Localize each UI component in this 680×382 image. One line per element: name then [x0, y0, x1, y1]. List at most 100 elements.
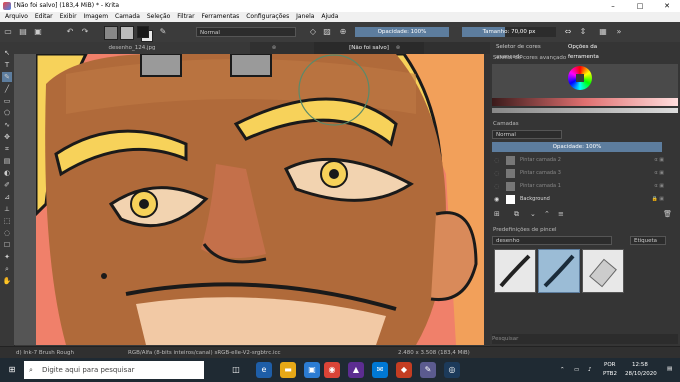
app-icon-2[interactable]: ◆: [396, 362, 412, 378]
freehand-select-icon[interactable]: ☐: [2, 240, 12, 250]
notifications-icon[interactable]: ▤: [667, 366, 672, 372]
layer-lock-icon[interactable]: 🔒 ▣: [651, 193, 664, 206]
redo-icon[interactable]: ↷: [80, 27, 90, 37]
gradient-swatch[interactable]: [104, 26, 118, 40]
menu-imagem[interactable]: Imagem: [83, 12, 108, 22]
select-shapes-icon[interactable]: ↖: [2, 48, 12, 58]
gradient-tool-icon[interactable]: ▤: [2, 156, 12, 166]
preset-ink-pen[interactable]: [494, 249, 536, 293]
layer-row[interactable]: ◉ Background 🔒 ▣: [490, 193, 670, 206]
layers-opacity-slider[interactable]: Opacidade: 100%: [492, 142, 662, 152]
move-down-icon[interactable]: ⌄: [530, 210, 536, 218]
preset-eraser[interactable]: [582, 249, 624, 293]
eye-icon[interactable]: ◌: [494, 180, 499, 193]
layers-blend-select[interactable]: Normal: [492, 130, 562, 139]
brush-size-slider[interactable]: Tamanho: 70,00 px: [462, 27, 556, 37]
network-icon[interactable]: ▭: [574, 367, 579, 373]
mirror-vertical-icon[interactable]: ⇕: [578, 27, 588, 37]
taskbar-search[interactable]: ⌕ Digite aqui para pesquisar: [24, 361, 204, 379]
menu-janela[interactable]: Janela: [296, 12, 314, 22]
fill-tool-icon[interactable]: ◐: [2, 168, 12, 178]
mail-icon[interactable]: ✉: [372, 362, 388, 378]
tab-nao-salvo[interactable]: [Não foi salvo]: [314, 42, 424, 54]
presets-filter-select[interactable]: desenho: [492, 236, 612, 245]
presets-search[interactable]: Pesquisar: [492, 334, 678, 344]
workspace-icon[interactable]: ▦: [598, 27, 608, 37]
menu-configuracoes[interactable]: Configurações: [246, 12, 289, 22]
freehand-brush-icon[interactable]: ✎: [2, 72, 12, 82]
task-view-icon[interactable]: ◫: [228, 362, 244, 378]
delete-layer-icon[interactable]: 🗑: [663, 210, 672, 218]
tab-color-selector[interactable]: Seletor de cores avançado: [496, 42, 566, 60]
text-tool-icon[interactable]: T: [2, 60, 12, 70]
measure-tool-icon[interactable]: ⟂: [2, 204, 12, 214]
presets-tag-button[interactable]: Etiqueta: [630, 236, 666, 245]
transform-tool-icon[interactable]: ✥: [2, 132, 12, 142]
foreground-color-swatch[interactable]: [137, 26, 149, 38]
menu-selecao[interactable]: Seleção: [147, 12, 171, 22]
clock-date[interactable]: 28/10/2020: [625, 371, 657, 377]
saturation-slider[interactable]: [492, 108, 678, 113]
rectangle-tool-icon[interactable]: ▭: [2, 96, 12, 106]
polygon-tool-icon[interactable]: ⬠: [2, 108, 12, 118]
tab-desenho[interactable]: desenho_124.jpg: [14, 42, 250, 54]
line-tool-icon[interactable]: ╱: [2, 84, 12, 94]
volume-icon[interactable]: ♪: [588, 367, 592, 373]
eyedropper-icon[interactable]: ✐: [2, 180, 12, 190]
file-explorer-icon[interactable]: ▬: [280, 362, 296, 378]
layer-row[interactable]: ◌ Pintar camada 1 α ▣: [490, 180, 670, 193]
ellipse-select-icon[interactable]: ◌: [2, 228, 12, 238]
open-document-icon[interactable]: ▤: [18, 27, 28, 37]
duplicate-layer-icon[interactable]: ⧉: [514, 210, 519, 219]
edge-icon[interactable]: e: [256, 362, 272, 378]
blend-mode-select[interactable]: Normal: [196, 27, 296, 37]
pattern-swatch[interactable]: [120, 26, 134, 40]
save-icon[interactable]: ▣: [33, 27, 43, 37]
menu-exibir[interactable]: Exibir: [60, 12, 77, 22]
menu-filtrar[interactable]: Filtrar: [177, 12, 194, 22]
rect-select-icon[interactable]: ⬚: [2, 216, 12, 226]
preset-brush-selected[interactable]: [538, 249, 580, 293]
krita-taskbar-icon[interactable]: ✎: [420, 362, 436, 378]
layer-row[interactable]: ◌ Pintar camada 2 α ▣: [490, 154, 670, 167]
chrome-icon[interactable]: ◉: [324, 362, 340, 378]
layer-flags-icon[interactable]: α ▣: [654, 167, 664, 180]
store-icon[interactable]: ▣: [304, 362, 320, 378]
drawing-canvas[interactable]: [36, 54, 484, 345]
layer-row[interactable]: ◌ Pintar camada 3 α ▣: [490, 167, 670, 180]
new-document-icon[interactable]: ▭: [3, 27, 13, 37]
preserve-alpha-icon[interactable]: ▨: [322, 27, 332, 37]
menu-ferramentas[interactable]: Ferramentas: [201, 12, 239, 22]
eye-icon[interactable]: ◉: [494, 193, 499, 206]
layer-flags-icon[interactable]: α ▣: [654, 154, 664, 167]
maximize-button[interactable]: □: [627, 0, 653, 12]
app-icon-1[interactable]: ▲: [348, 362, 364, 378]
contiguous-select-icon[interactable]: ✦: [2, 252, 12, 262]
zoom-tool-icon[interactable]: ⌕: [2, 264, 12, 274]
windows-start-icon[interactable]: ⊞: [4, 362, 20, 378]
menu-ajuda[interactable]: Ajuda: [321, 12, 338, 22]
wrap-around-icon[interactable]: ⊕: [338, 27, 348, 37]
language-indicator[interactable]: POR: [604, 362, 615, 368]
eye-icon[interactable]: ◌: [494, 154, 499, 167]
steam-icon[interactable]: ◎: [444, 362, 460, 378]
eye-icon[interactable]: ◌: [494, 167, 499, 180]
tab-close-icon[interactable]: ⊗: [268, 42, 280, 54]
hue-slider[interactable]: [492, 98, 678, 106]
clock-time[interactable]: 12:58: [632, 362, 648, 368]
move-up-icon[interactable]: ⌃: [544, 210, 550, 218]
brush-presets-icon[interactable]: ✎: [158, 27, 168, 37]
tray-chevron-icon[interactable]: ⌃: [560, 367, 565, 373]
close-button[interactable]: ✕: [654, 0, 680, 12]
menu-editar[interactable]: Editar: [35, 12, 53, 22]
keyboard-layout[interactable]: PTB2: [603, 371, 617, 377]
layer-properties-icon[interactable]: ≡: [558, 210, 564, 218]
crop-tool-icon[interactable]: ⌗: [2, 144, 12, 154]
tab-tool-options[interactable]: Opções da ferramenta: [568, 42, 628, 60]
minimize-button[interactable]: –: [600, 0, 626, 12]
eraser-mode-icon[interactable]: ◇: [308, 27, 318, 37]
undo-icon[interactable]: ↶: [65, 27, 75, 37]
layer-flags-icon[interactable]: α ▣: [654, 180, 664, 193]
opacity-slider[interactable]: Opacidade: 100%: [355, 27, 449, 37]
menu-arquivo[interactable]: Arquivo: [5, 12, 28, 22]
